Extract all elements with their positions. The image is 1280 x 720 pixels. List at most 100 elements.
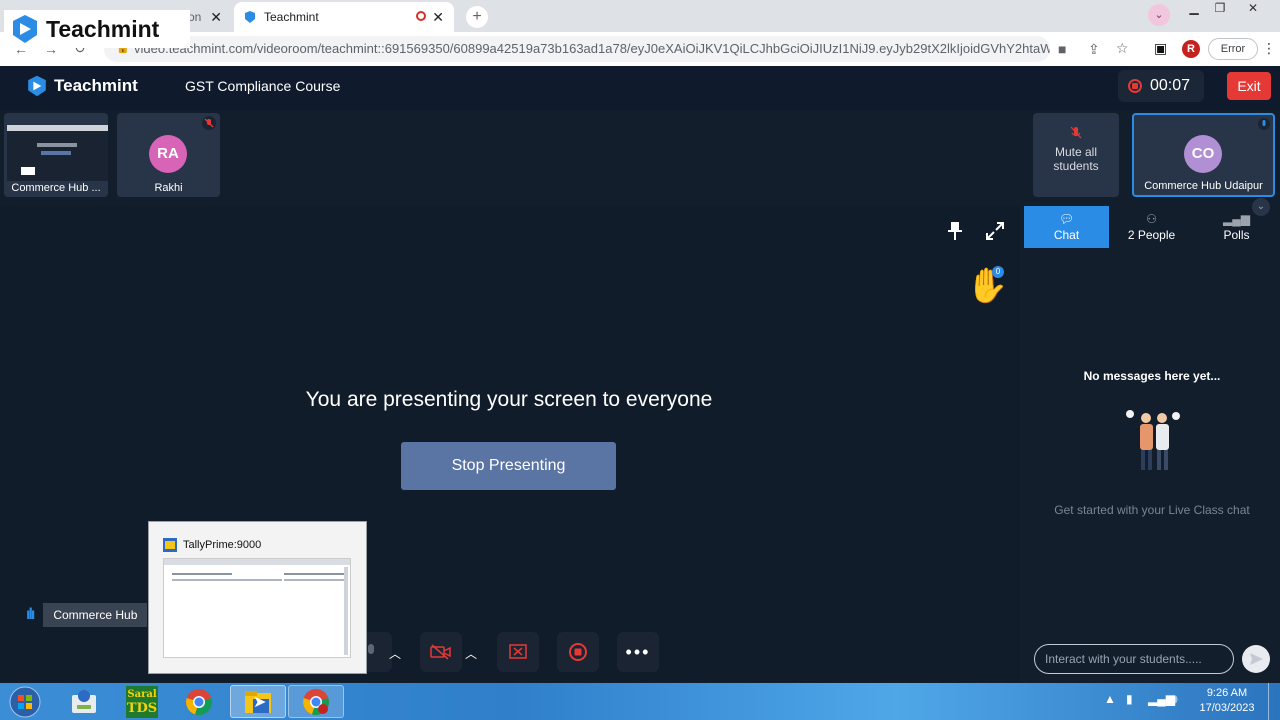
chrome-icon bbox=[186, 688, 212, 715]
polls-chart-icon: ▂▄▆ bbox=[1223, 212, 1250, 226]
more-options-button[interactable]: ••• bbox=[617, 632, 659, 672]
show-hidden-icons-chevron-up-icon[interactable]: ▲ bbox=[1104, 692, 1116, 706]
participant-tile-host[interactable]: CO Commerce Hub Udaipur bbox=[1132, 113, 1275, 197]
stop-screen-share-icon bbox=[509, 644, 527, 659]
participant-tile-rakhi[interactable]: RA Rakhi bbox=[117, 113, 220, 197]
preview-image bbox=[163, 558, 351, 658]
recording-indicator-icon bbox=[416, 11, 426, 21]
preview-title: TallyPrime:9000 bbox=[163, 538, 261, 552]
raised-hand-count-badge: 0 bbox=[992, 266, 1004, 278]
browser-menu-icon[interactable]: ⋮ bbox=[1262, 40, 1276, 57]
mic-options-chevron-up-icon[interactable]: ︿ bbox=[389, 645, 401, 662]
app-header: Teachmint GST Compliance Course 00:07 Ex… bbox=[0, 66, 1280, 110]
audio-level-icon: ılı bbox=[26, 606, 35, 623]
active-speaker-chip: ılı Commerce Hub bbox=[26, 602, 148, 628]
preview-window-title: TallyPrime:9000 bbox=[183, 539, 262, 551]
clock-time: 9:26 AM bbox=[1206, 687, 1248, 699]
course-title: GST Compliance Course bbox=[185, 78, 341, 94]
empty-chat-title: No messages here yet... bbox=[1083, 369, 1221, 383]
teachmint-watermark: Teachmint bbox=[4, 10, 190, 48]
url-bar[interactable]: 🔒 video.teachmint.com/videoroom/teachmin… bbox=[104, 36, 1050, 62]
taskbar-app-chrome[interactable] bbox=[171, 685, 227, 718]
saral-tds-icon: Saral TDS bbox=[126, 685, 158, 718]
empty-chat-illustration bbox=[1126, 410, 1180, 470]
tab-chat[interactable]: 💬︎ Chat bbox=[1024, 206, 1109, 248]
more-horizontal-icon: ••• bbox=[625, 642, 651, 662]
tab-strip: on ✕ Teachmint ✕ + ⌄ ▁ ❐ ✕ bbox=[0, 0, 1280, 32]
app-brand: Teachmint bbox=[26, 75, 138, 97]
camera-in-use-icon[interactable]: ■ bbox=[1058, 41, 1066, 57]
avatar: RA bbox=[149, 135, 187, 173]
share-icon[interactable]: ⇪ bbox=[1088, 41, 1100, 58]
close-window-icon[interactable]: ✕ bbox=[1236, 1, 1270, 17]
avatar: CO bbox=[1184, 135, 1222, 173]
participant-name: Commerce Hub ... bbox=[11, 182, 101, 194]
windows-start-icon bbox=[9, 686, 41, 717]
battery-icon[interactable]: ▮ bbox=[1126, 692, 1133, 706]
taskbar-app-explorer[interactable]: ➤ bbox=[230, 685, 286, 718]
record-stop-icon bbox=[569, 643, 587, 661]
pin-icon[interactable] bbox=[945, 220, 965, 242]
taskbar-app-tally[interactable] bbox=[56, 685, 112, 718]
tally-app-icon bbox=[163, 538, 177, 552]
taskbar-clock[interactable]: 9:26 AM 17/03/2023 bbox=[1192, 686, 1262, 716]
collapse-strip-chevron-down-icon[interactable]: ⌄ bbox=[1252, 198, 1270, 216]
address-bar-row: ← → ↻ 🔒 video.teachmint.com/videoroom/te… bbox=[0, 32, 1280, 66]
show-desktop-button[interactable] bbox=[1268, 683, 1280, 720]
recording-timer: 00:07 bbox=[1118, 70, 1204, 102]
profile-avatar[interactable]: R bbox=[1182, 40, 1200, 58]
stop-share-button[interactable] bbox=[497, 632, 539, 672]
tab-label: Polls bbox=[1223, 228, 1250, 242]
start-button[interactable] bbox=[6, 684, 44, 719]
exit-button[interactable]: Exit bbox=[1227, 72, 1271, 100]
browser-tab-active[interactable]: Teachmint ✕ bbox=[234, 2, 454, 32]
timer-value: 00:07 bbox=[1150, 77, 1191, 94]
chat-sidebar: 💬︎ Chat ⚇ 2 People ▂▄▆ Polls No messages… bbox=[1024, 206, 1280, 682]
taskbar-app-saral-tds[interactable]: Saral TDS bbox=[114, 685, 170, 718]
chat-message-input[interactable]: Interact with your students..... bbox=[1034, 644, 1234, 674]
mute-all-label: Mute all students bbox=[1053, 145, 1099, 173]
taskbar-app-chrome-profile[interactable] bbox=[288, 685, 344, 718]
people-icon: ⚇ bbox=[1146, 212, 1157, 226]
close-tab-icon[interactable]: ✕ bbox=[210, 9, 222, 26]
presenting-message: You are presenting your screen to everyo… bbox=[305, 388, 713, 411]
tab-people[interactable]: ⚇ 2 People bbox=[1109, 206, 1194, 248]
empty-chat-subtitle: Get started with your Live Class chat bbox=[1054, 503, 1250, 517]
tab-title: Teachmint bbox=[264, 10, 319, 24]
camera-toggle-button[interactable] bbox=[420, 632, 462, 672]
bookmark-star-icon[interactable]: ☆ bbox=[1116, 40, 1129, 57]
chrome-profile-icon bbox=[303, 688, 329, 715]
teachmint-favicon-icon bbox=[245, 11, 255, 23]
browser-chrome: on ✕ Teachmint ✕ + ⌄ ▁ ❐ ✕ ← → ↻ 🔒 video… bbox=[0, 0, 1280, 66]
record-button[interactable] bbox=[557, 632, 599, 672]
tally-app-icon bbox=[72, 689, 96, 713]
participant-tile-screen[interactable]: Commerce Hub ... bbox=[4, 113, 108, 197]
new-tab-button[interactable]: + bbox=[466, 6, 488, 28]
chat-icon: 💬︎ bbox=[1058, 212, 1075, 226]
participant-name: Commerce Hub Udaipur bbox=[1144, 180, 1263, 192]
tab-label: Chat bbox=[1053, 228, 1080, 242]
mute-all-students-button[interactable]: Mute all students bbox=[1033, 113, 1119, 197]
tab-title: on bbox=[188, 10, 202, 24]
teachmint-logo-icon bbox=[13, 15, 37, 43]
url-text: video.teachmint.com/videoroom/teachmint:… bbox=[134, 41, 1050, 56]
mic-active-icon bbox=[1258, 118, 1270, 130]
taskbar-window-preview[interactable]: TallyPrime:9000 bbox=[148, 521, 367, 674]
send-message-button[interactable] bbox=[1242, 645, 1270, 673]
screen-share-preview bbox=[7, 125, 108, 181]
minimize-window-icon[interactable]: ▁ bbox=[1182, 1, 1206, 17]
tab-search-icon[interactable]: ⌄ bbox=[1148, 4, 1170, 26]
camera-options-chevron-up-icon[interactable]: ︿ bbox=[465, 645, 477, 662]
clock-date: 17/03/2023 bbox=[1199, 702, 1255, 714]
volume-icon[interactable]: 🔊︎ bbox=[1170, 692, 1178, 707]
error-chip[interactable]: Error bbox=[1208, 38, 1258, 60]
restore-window-icon[interactable]: ❐ bbox=[1208, 1, 1232, 17]
brand-name: Teachmint bbox=[54, 76, 138, 95]
stop-presenting-button[interactable]: Stop Presenting bbox=[401, 442, 616, 490]
windows-taskbar: Saral TDS ➤ bbox=[0, 683, 1280, 720]
teachmint-logo-icon bbox=[28, 75, 46, 97]
fullscreen-icon[interactable] bbox=[984, 220, 1006, 242]
close-tab-icon[interactable]: ✕ bbox=[432, 9, 444, 26]
muted-mic-icon bbox=[202, 116, 216, 130]
sidebar-toggle-icon[interactable]: ▣ bbox=[1154, 40, 1167, 57]
